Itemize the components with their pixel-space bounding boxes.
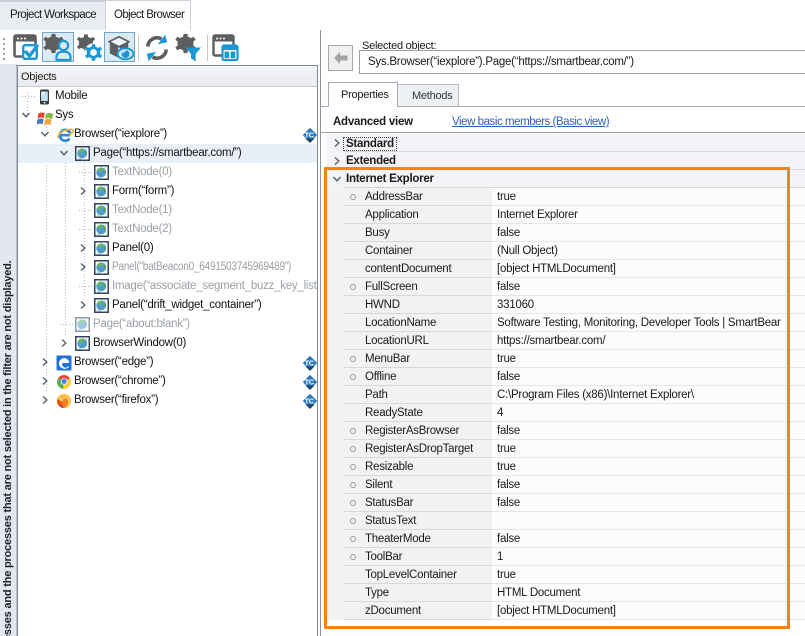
svg-text:TC: TC (305, 378, 315, 387)
svg-text:TC: TC (305, 397, 315, 406)
svg-text:TC: TC (305, 131, 315, 140)
svg-text:TC: TC (305, 359, 315, 368)
